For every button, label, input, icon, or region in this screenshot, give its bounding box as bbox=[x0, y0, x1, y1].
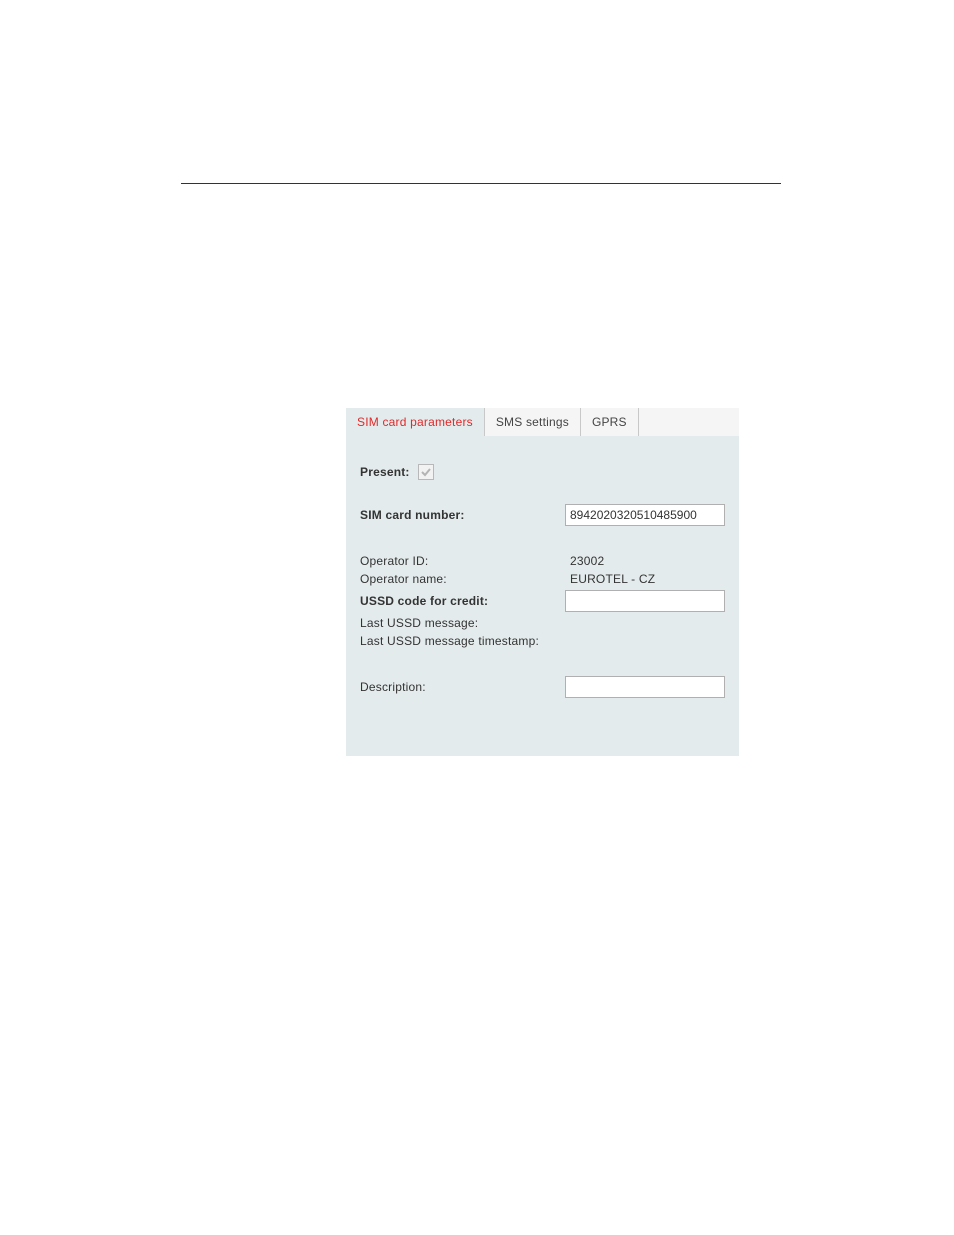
tab-spacer bbox=[639, 408, 739, 436]
ussd-code-input[interactable] bbox=[565, 590, 725, 612]
sim-number-row: SIM card number: bbox=[360, 504, 725, 526]
ussd-code-label: USSD code for credit: bbox=[360, 594, 488, 608]
panel-body: Present: SIM card number: Operator ID: bbox=[346, 436, 739, 756]
operator-id-label: Operator ID: bbox=[360, 554, 428, 568]
description-input[interactable] bbox=[565, 676, 725, 698]
tab-sim-card-parameters[interactable]: SIM card parameters bbox=[346, 408, 485, 436]
sim-number-label: SIM card number: bbox=[360, 508, 465, 522]
tab-bar: SIM card parameters SMS settings GPRS bbox=[346, 408, 739, 436]
operator-name-row: Operator name: EUROTEL - CZ bbox=[360, 572, 725, 586]
present-row: Present: bbox=[360, 464, 725, 480]
tab-sms-settings[interactable]: SMS settings bbox=[485, 408, 581, 436]
operator-id-value: 23002 bbox=[570, 554, 604, 568]
sim-settings-panel: SIM card parameters SMS settings GPRS Pr… bbox=[346, 408, 739, 756]
last-ussd-row: Last USSD message: bbox=[360, 616, 725, 630]
present-checkbox[interactable] bbox=[418, 464, 434, 480]
tab-gprs[interactable]: GPRS bbox=[581, 408, 639, 436]
description-label: Description: bbox=[360, 680, 426, 694]
last-ussd-ts-label: Last USSD message timestamp: bbox=[360, 634, 539, 648]
last-ussd-ts-row: Last USSD message timestamp: bbox=[360, 634, 725, 648]
sim-number-input[interactable] bbox=[565, 504, 725, 526]
operator-name-value: EUROTEL - CZ bbox=[570, 572, 655, 586]
check-icon bbox=[420, 466, 432, 478]
operator-id-row: Operator ID: 23002 bbox=[360, 554, 725, 568]
description-row: Description: bbox=[360, 676, 725, 698]
last-ussd-label: Last USSD message: bbox=[360, 616, 478, 630]
operator-name-label: Operator name: bbox=[360, 572, 447, 586]
horizontal-divider bbox=[181, 183, 781, 184]
present-label: Present: bbox=[360, 465, 410, 479]
ussd-code-row: USSD code for credit: bbox=[360, 590, 725, 612]
